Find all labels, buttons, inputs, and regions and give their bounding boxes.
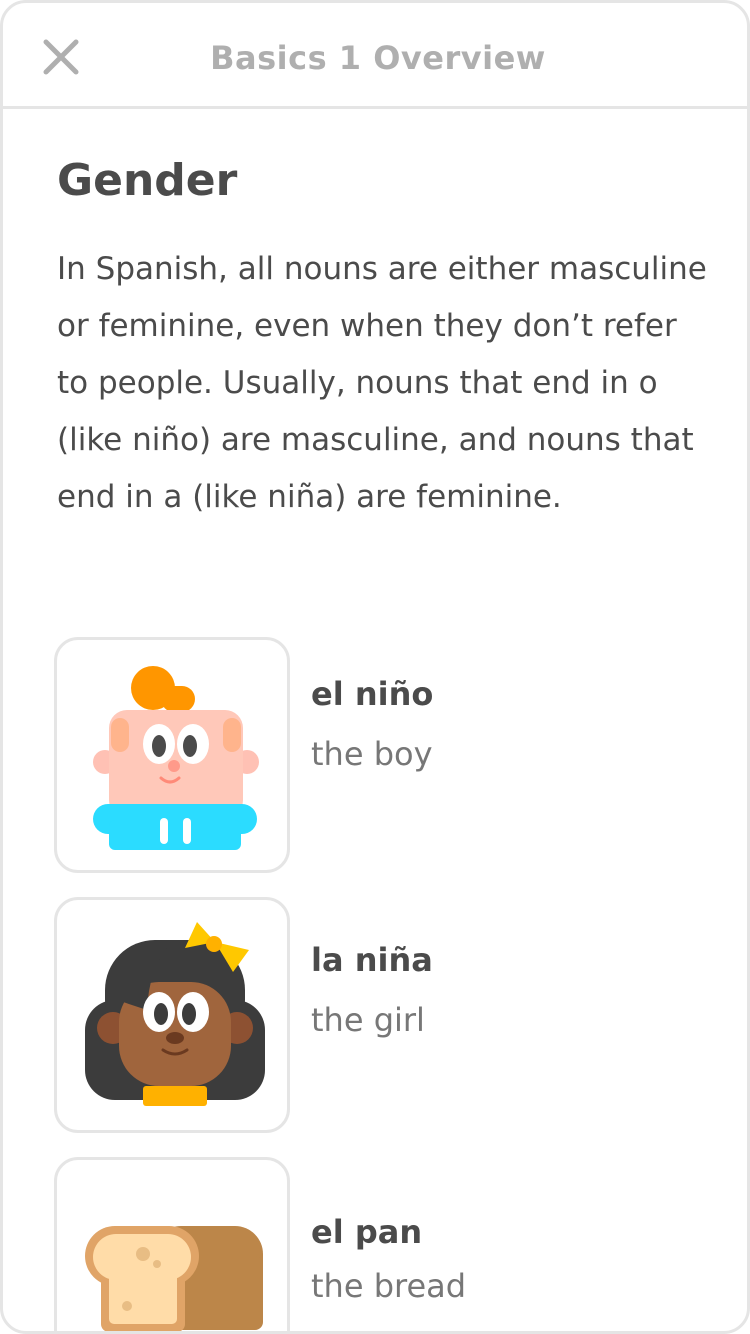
lesson-overview-screen: Basics 1 Overview Gender In Spanish, all… xyxy=(0,0,750,1334)
bread-illustration xyxy=(85,1226,263,1331)
vocab-word: la niña xyxy=(311,941,433,979)
header-bar: Basics 1 Overview xyxy=(3,3,747,109)
vocab-image-card-bread[interactable] xyxy=(54,1157,290,1331)
vocab-translation: the girl xyxy=(311,1001,425,1039)
vocab-translation: the bread xyxy=(311,1267,467,1305)
section-title: Gender xyxy=(57,155,238,206)
vocab-image-card-boy[interactable] xyxy=(54,637,290,873)
vocab-word: el pan xyxy=(311,1213,423,1251)
vocab-translation: the boy xyxy=(311,735,433,773)
page-title: Basics 1 Overview xyxy=(210,39,546,77)
section-body-text: In Spanish, all nouns are either masculi… xyxy=(57,251,707,515)
girl-illustration xyxy=(85,922,265,1106)
vocab-image-card-girl[interactable] xyxy=(54,897,290,1133)
vocab-word: el niño xyxy=(311,675,434,713)
boy-illustration xyxy=(93,666,259,850)
